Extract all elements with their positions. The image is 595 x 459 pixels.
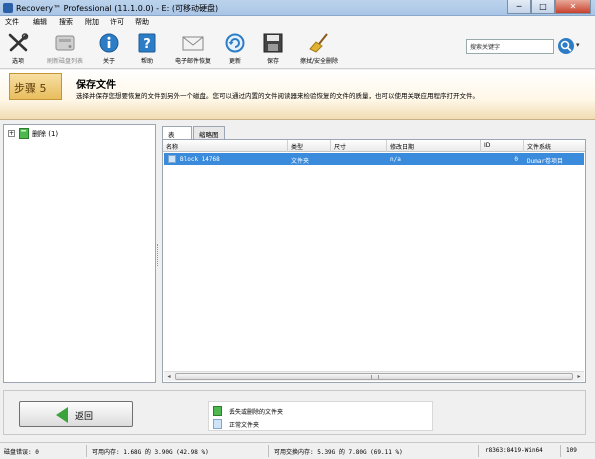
floppy-icon	[263, 33, 283, 53]
cell-filesystem: Dumar卷项目	[527, 157, 564, 165]
wrench-icon	[8, 33, 29, 52]
search-icon	[560, 40, 572, 52]
column-size[interactable]: 尺寸	[331, 140, 387, 152]
save-label: 保存	[266, 58, 279, 65]
table-row[interactable]: Block 14768 文件夹 n/a 0 Dumar卷项目	[164, 153, 584, 165]
search-options-dropdown[interactable]: ▾	[576, 41, 580, 49]
wipe-secure-delete-button[interactable]: 擦拭/安全删除	[293, 33, 345, 67]
app-icon	[3, 3, 13, 13]
step-banner: 步骤 5 保存文件 选择并保存您想要恢复的文件到另外一个磁盘。您可以通过内置的文…	[0, 70, 595, 120]
cell-type: 文件夹	[291, 157, 310, 165]
status-swap: 可用交换内存: 5.39G 的 7.80G (69.11 %)	[274, 449, 403, 456]
options-button[interactable]: 选项	[4, 33, 32, 67]
back-button[interactable]: 返回	[19, 401, 133, 427]
svg-text:?: ?	[143, 37, 151, 52]
menu-license[interactable]: 许可	[110, 17, 124, 27]
cell-modified: n/a	[390, 155, 401, 163]
cell-size	[331, 153, 387, 165]
status-memory: 可用内存: 1.68G 的 3.90G (42.98 %)	[92, 449, 209, 456]
folder-tree[interactable]: + 删除 (1)	[3, 124, 156, 383]
column-name[interactable]: 名称	[163, 140, 288, 152]
normal-folder-icon	[213, 419, 222, 429]
help-button[interactable]: ? 帮助	[135, 33, 159, 67]
tab-table[interactable]: 表	[162, 126, 192, 140]
about-label: 关于	[102, 58, 115, 65]
update-label: 更新	[228, 58, 241, 65]
tree-expand-toggle[interactable]: +	[8, 130, 15, 137]
close-button[interactable]: ✕	[555, 0, 591, 14]
save-button[interactable]: 保存	[260, 33, 286, 67]
back-arrow-icon	[56, 407, 68, 423]
options-label: 选项	[11, 58, 24, 65]
status-extra: 109	[566, 447, 577, 454]
menu-extras[interactable]: 附加	[85, 17, 99, 27]
broom-icon	[309, 33, 328, 53]
menu-file[interactable]: 文件	[5, 17, 19, 27]
back-button-label: 返回	[75, 412, 94, 422]
scroll-right-icon[interactable]: ▸	[574, 372, 584, 381]
status-build: r8363:8419-Win64	[485, 447, 543, 454]
window-title: Recovery™ Professional (11.1.0.0) - E: (…	[16, 4, 219, 13]
search-input[interactable]	[466, 39, 554, 54]
status-disk-errors: 磁盘错误: 0	[4, 449, 39, 456]
tab-thumbnails[interactable]: 缩略图	[193, 126, 225, 139]
status-separator	[478, 445, 479, 457]
panel-splitter[interactable]	[156, 124, 161, 383]
update-button[interactable]: 更新	[222, 33, 248, 67]
email-recovery-button[interactable]: 电子邮件恢复	[168, 33, 218, 67]
menu-edit[interactable]: 编辑	[33, 17, 47, 27]
about-button[interactable]: 关于	[97, 33, 121, 67]
folder-icon	[168, 155, 176, 163]
title-bar[interactable]: Recovery™ Professional (11.1.0.0) - E: (…	[0, 0, 595, 16]
step-description: 选择并保存您想要恢复的文件到另外一个磁盘。您可以通过内置的文件阅读器来检验恢复的…	[76, 92, 479, 100]
column-modified[interactable]: 修改日期	[387, 140, 481, 152]
column-id[interactable]: ID	[481, 140, 524, 152]
disk-icon	[55, 35, 75, 51]
legend-label-normal: 正常文件夹	[229, 422, 260, 429]
column-type[interactable]: 类型	[288, 140, 331, 152]
cell-id: 0	[514, 155, 518, 163]
deleted-folder-icon	[19, 128, 29, 139]
bottom-panel: 返回 丢失或删除的文件夹 正常文件夹	[3, 390, 586, 435]
step-title: 保存文件	[76, 80, 116, 91]
cell-name: Block 14768	[180, 155, 220, 163]
scroll-thumb[interactable]	[175, 373, 573, 380]
status-bar: 磁盘错误: 0 可用内存: 1.68G 的 3.90G (42.98 %) 可用…	[0, 442, 595, 459]
step-indicator: 步骤 5	[9, 73, 62, 100]
column-filesystem[interactable]: 文件系统	[524, 140, 585, 152]
horizontal-scrollbar[interactable]: ◂ ▸	[164, 371, 584, 381]
tree-item-deleted[interactable]: 删除 (1)	[32, 129, 58, 139]
envelope-icon	[182, 36, 204, 51]
maximize-button[interactable]: □	[531, 0, 555, 14]
splitter-grip	[157, 244, 159, 266]
help-icon: ?	[138, 33, 156, 53]
menu-help[interactable]: 帮助	[135, 17, 149, 27]
help-label: 帮助	[140, 58, 153, 65]
menu-search[interactable]: 搜索	[59, 17, 73, 27]
scroll-left-icon[interactable]: ◂	[164, 372, 174, 381]
email-recovery-label: 电子邮件恢复	[174, 58, 211, 65]
search-button[interactable]	[558, 38, 574, 54]
legend: 丢失或删除的文件夹 正常文件夹	[208, 401, 433, 431]
menu-bar: 文件 编辑 搜索 附加 许可 帮助	[0, 16, 595, 27]
refresh-disk-list-button[interactable]: 刷新磁盘列表	[40, 33, 90, 67]
file-list[interactable]: 名称 类型 尺寸 修改日期 ID 文件系统 Block 14768 文件夹 n/…	[162, 139, 586, 383]
info-icon	[99, 33, 119, 53]
status-separator	[86, 445, 87, 457]
update-icon	[225, 33, 245, 53]
deleted-folder-icon	[213, 406, 222, 416]
status-separator	[268, 445, 269, 457]
wipe-secure-delete-label: 擦拭/安全删除	[299, 58, 339, 65]
legend-label-deleted: 丢失或删除的文件夹	[229, 409, 284, 416]
thumb-grip	[371, 375, 379, 379]
refresh-disk-list-label: 刷新磁盘列表	[46, 58, 83, 65]
table-header: 名称 类型 尺寸 修改日期 ID 文件系统	[163, 140, 585, 152]
status-separator	[560, 445, 561, 457]
minimize-button[interactable]: ─	[507, 0, 531, 14]
